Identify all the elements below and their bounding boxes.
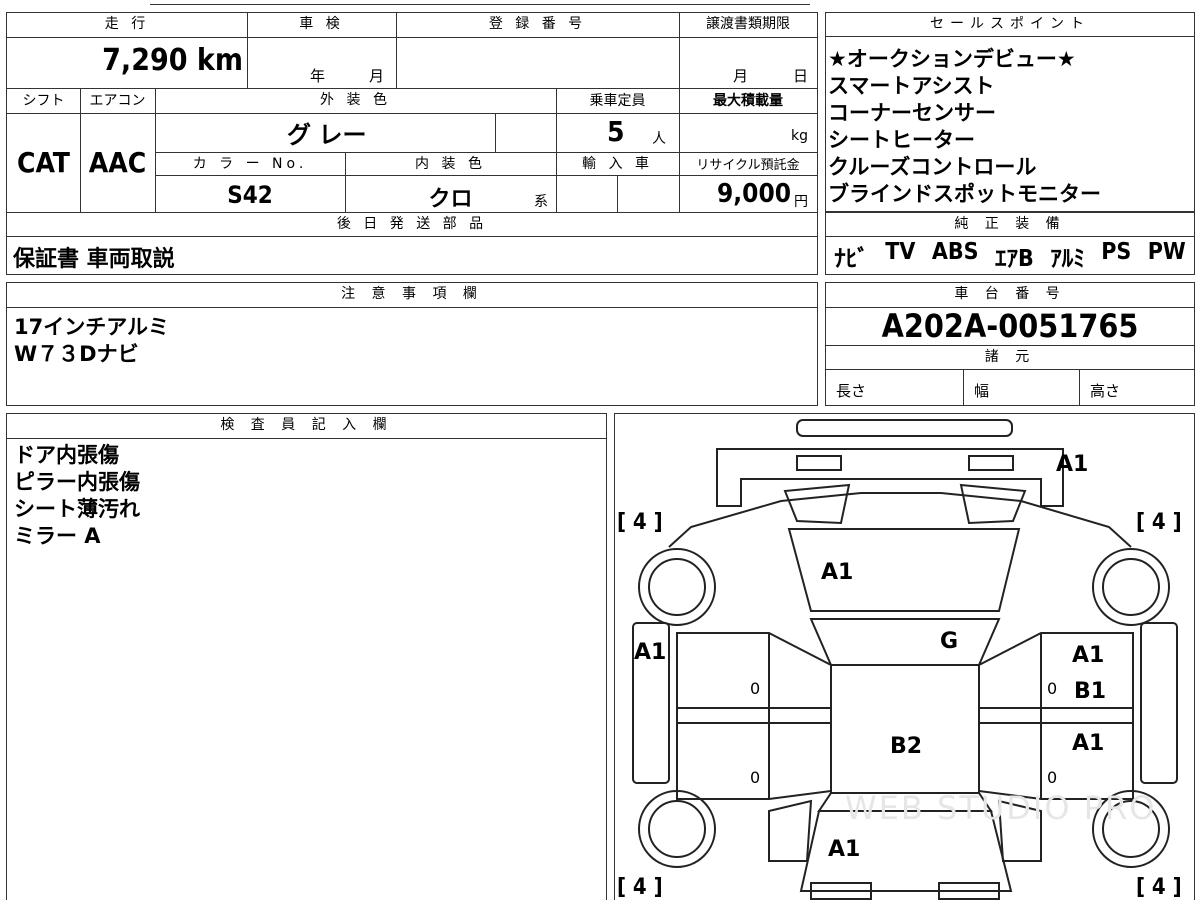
chassis-number-label: 車 台 番 号	[826, 283, 1194, 308]
mark-rear-window: A1	[828, 837, 861, 862]
mark-right-rear-door: A1	[1072, 731, 1105, 756]
damage-diagram-panel: [ 4 ] [ 4 ] [ 4 ] [ 4 ] A1 A1 G A1 A1 B1…	[614, 413, 1195, 900]
spec-width-label: 幅	[974, 382, 990, 400]
sales-point-item: コーナーセンサー	[828, 101, 996, 125]
color-no-value: S42	[227, 181, 273, 209]
capacity-value: 5	[607, 115, 625, 148]
sales-points-label: セールスポイント	[826, 13, 1194, 37]
sales-point-item: クルーズコントロール	[828, 155, 1037, 179]
registration-label: 登 録 番 号	[488, 16, 587, 32]
exterior-color-value: グ レー	[287, 121, 367, 149]
equipment-ps: PS	[1101, 239, 1132, 265]
mark-front-bumper: A1	[1056, 452, 1089, 477]
later-parts-label: 後 日 発 送 部 品	[336, 216, 488, 232]
tire-rear-left-depth: [ 4 ]	[617, 875, 663, 900]
notes-label: 注 意 事 項 欄	[7, 283, 817, 308]
inspection-year: 年	[310, 67, 326, 85]
mark-roof: B2	[890, 734, 923, 759]
sales-point-item: シートヒーター	[828, 128, 975, 152]
ac-value: AAC	[88, 146, 147, 179]
capacity-label: 乗車定員	[589, 93, 646, 109]
transfer-deadline-label: 譲渡書類期限	[706, 16, 790, 32]
transfer-month: 月	[733, 67, 749, 85]
mark-left-fender: A1	[634, 640, 667, 665]
interior-color-label: 内 装 色	[415, 156, 486, 172]
sales-point-item: ブラインドスポットモニター	[828, 182, 1101, 206]
mark-right-front-door: A1	[1072, 643, 1105, 668]
sales-point-item: スマートアシスト	[828, 74, 995, 98]
equipment-abs: ABS	[931, 239, 979, 265]
shift-value: CAT	[17, 146, 70, 179]
chassis-panel: 車 台 番 号 A202A-0051765 諸 元 長さ 幅 高さ	[825, 282, 1195, 406]
watermark: WEB STUDIO PRO	[845, 789, 1157, 827]
shift-label: シフト	[22, 93, 65, 109]
sales-points-panel: セールスポイント ★オークションデビュー★ スマートアシスト コーナーセンサー …	[825, 12, 1195, 212]
sales-points-list: ★オークションデビュー★ スマートアシスト コーナーセンサー シートヒーター ク…	[828, 46, 1101, 208]
door-mark-right-front: 0	[1047, 679, 1058, 698]
inspector-line: ピラー内張傷	[14, 470, 140, 494]
mileage-value: 7,290 km	[102, 43, 243, 78]
interior-color-value: クロ	[428, 187, 473, 212]
recycle-fee-unit: 円	[794, 194, 808, 210]
inspector-line: シート薄汚れ	[14, 497, 140, 521]
color-no-label: カ ラ ー No.	[192, 156, 308, 172]
transfer-day: 日	[793, 67, 809, 85]
note-line: W７３Dナビ	[14, 342, 139, 366]
equipment-alloy: ｱﾙﾐ	[1050, 246, 1085, 272]
mark-windshield: G	[940, 629, 959, 654]
inspector-line: ドア内張傷	[14, 443, 119, 467]
capacity-unit: 人	[652, 131, 666, 147]
later-parts-value: 保証書 車両取説	[13, 247, 175, 272]
top-cutoff-line	[150, 4, 810, 5]
inspector-line: ミラー A	[14, 524, 101, 548]
specs-label: 諸 元	[826, 346, 1194, 370]
chassis-number-value: A202A-0051765	[881, 307, 1139, 345]
vehicle-info-table: 走 行 7,290 km 車 検 年 月 登 録 番 号 譲渡書類期限 月 日 …	[6, 12, 818, 275]
interior-color-unit: 系	[534, 194, 548, 210]
tire-rear-right-depth: [ 4 ]	[1136, 875, 1182, 900]
equipment-airbag: ｴｱB	[994, 246, 1034, 272]
door-mark-right-rear: 0	[1047, 768, 1058, 787]
door-mark-left-rear: 0	[750, 768, 761, 787]
exterior-color-label: 外 装 色	[320, 92, 391, 108]
car-diagram	[632, 419, 1178, 900]
tire-front-left-depth: [ 4 ]	[617, 510, 663, 535]
mark-hood: A1	[821, 560, 854, 585]
import-label: 輸 入 車	[582, 156, 653, 172]
note-line: 17インチアルミ	[14, 315, 170, 339]
inspector-panel: 検 査 員 記 入 欄 ドア内張傷 ピラー内張傷 シート薄汚れ ミラー A	[6, 413, 607, 900]
notes-list: 17インチアルミ W７３Dナビ	[14, 314, 169, 368]
spec-length-label: 長さ	[836, 382, 867, 400]
max-load-unit: kg	[791, 128, 808, 144]
inspection-label: 車 検	[299, 16, 344, 32]
equipment-tv: TV	[885, 239, 916, 265]
inspector-label: 検 査 員 記 入 欄	[7, 414, 606, 439]
tire-front-right-depth: [ 4 ]	[1136, 510, 1182, 535]
equipment-pw: PW	[1147, 239, 1186, 265]
inspection-month: 月	[369, 67, 385, 85]
mark-right-pillar: B1	[1074, 679, 1107, 704]
equipment-label: 純 正 装 備	[826, 213, 1194, 237]
inspector-list: ドア内張傷 ピラー内張傷 シート薄汚れ ミラー A	[14, 442, 140, 550]
notes-panel: 注 意 事 項 欄 17インチアルミ W７３Dナビ	[6, 282, 818, 406]
mileage-label: 走 行	[104, 16, 150, 32]
door-mark-left-front: 0	[750, 679, 761, 698]
equipment-panel: 純 正 装 備 ﾅﾋﾞ TV ABS ｴｱB ｱﾙﾐ PS PW	[825, 212, 1195, 275]
spec-height-label: 高さ	[1090, 382, 1121, 400]
sales-point-item: ★オークションデビュー★	[828, 47, 1076, 71]
equipment-list: ﾅﾋﾞ TV ABS ｴｱB ｱﾙﾐ PS PW	[826, 239, 1194, 273]
recycle-fee-value: 9,000	[717, 179, 791, 209]
recycle-fee-label: リサイクル預託金	[696, 158, 800, 173]
ac-label: エアコン	[89, 93, 146, 109]
max-load-label: 最大積載量	[713, 93, 783, 109]
equipment-nav: ﾅﾋﾞ	[834, 246, 869, 272]
